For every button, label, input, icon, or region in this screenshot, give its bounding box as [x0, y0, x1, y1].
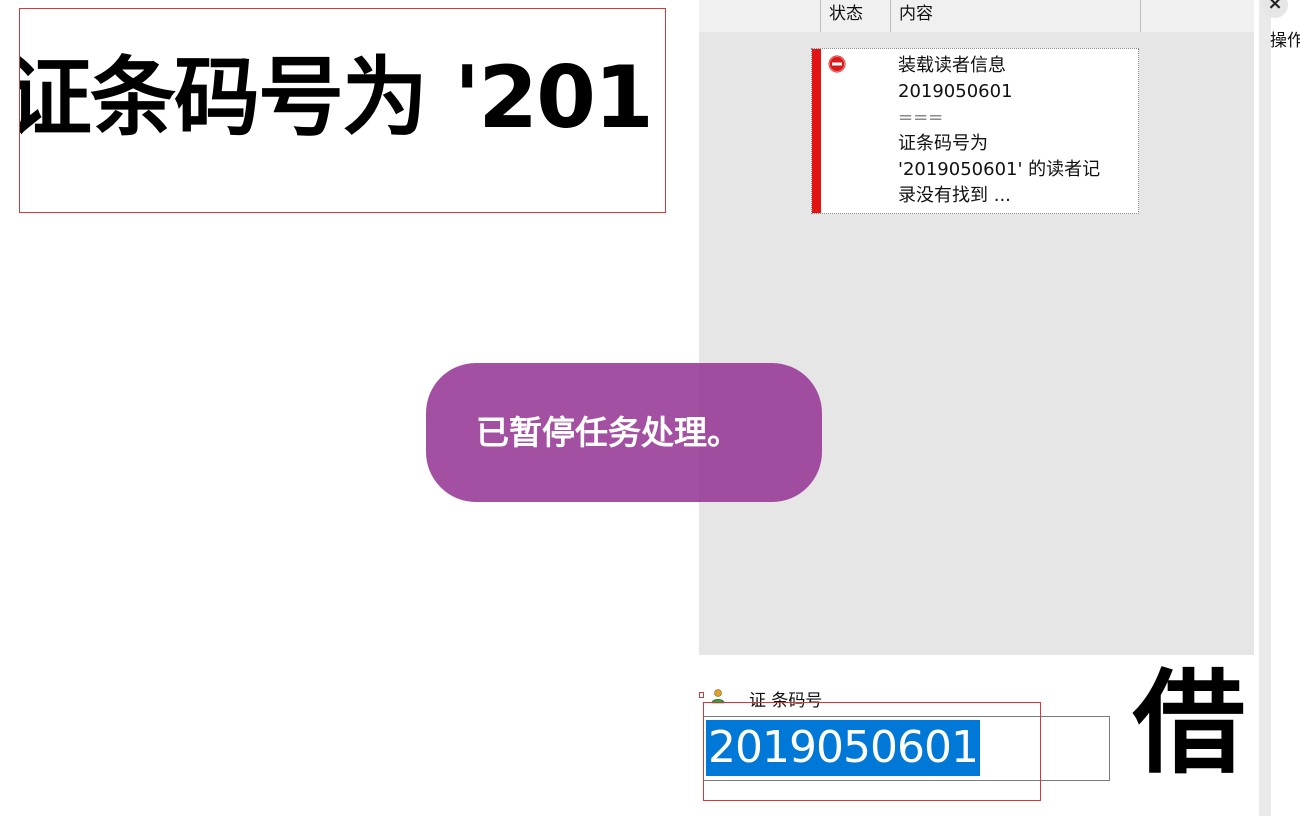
focus-marker	[699, 692, 704, 698]
column-header-content[interactable]: 内容	[891, 0, 1141, 32]
borrow-label: 借	[1133, 659, 1245, 789]
barcode-input-value[interactable]: 2019050601	[706, 720, 980, 776]
column-header-status[interactable]: 状态	[821, 0, 891, 32]
paused-toast: 已暂停任务处理。	[426, 363, 822, 502]
message-line: 证条码号为	[898, 133, 988, 154]
task-list-panel[interactable]: 状态 内容 装载读者信息 2019050601 === 证条码号为 '20190…	[699, 0, 1254, 655]
list-header: 状态 内容	[699, 0, 1254, 32]
message-line: 2019050601	[898, 81, 1013, 102]
large-barcode-display: 证条码号为 '201	[19, 8, 666, 213]
message-line: 录没有找到 ...	[898, 185, 1011, 206]
reader-icon	[711, 689, 725, 704]
error-status-bar	[812, 49, 821, 213]
side-splitter[interactable]	[1259, 0, 1271, 816]
app-window: 证条码号为 '201 状态 内容 装载读者信息 2019050601 === 证…	[0, 0, 1300, 816]
column-header-blank[interactable]	[699, 0, 821, 32]
list-item-error-message[interactable]: 装载读者信息 2019050601 === 证条码号为 '2019050601'…	[811, 48, 1139, 214]
message-separator: ===	[898, 107, 944, 128]
message-line: 装载读者信息	[898, 55, 1006, 76]
large-barcode-text: 证条码号为 '201	[19, 48, 654, 148]
message-content: 装载读者信息 2019050601 === 证条码号为 '2019050601'…	[898, 53, 1128, 209]
message-line: '2019050601' 的读者记	[898, 159, 1101, 180]
barcode-field-label: 证 条码号	[749, 691, 823, 711]
barcode-input[interactable]: 2019050601	[703, 716, 1110, 781]
operation-panel-label: 操作	[1270, 31, 1300, 51]
error-icon	[828, 55, 846, 73]
